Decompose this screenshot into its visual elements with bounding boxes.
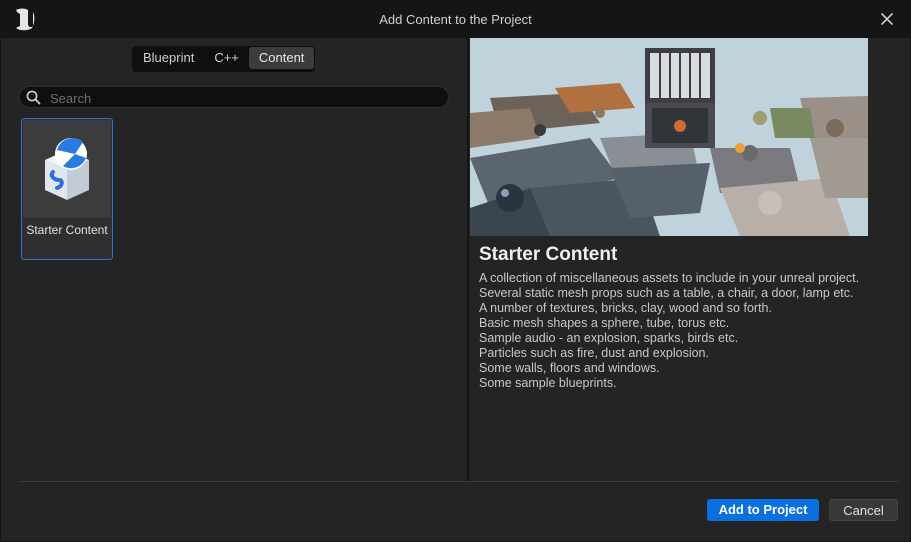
details-title: Starter Content <box>479 244 618 265</box>
footer-divider <box>19 481 899 482</box>
close-icon[interactable] <box>878 10 896 28</box>
window-title: Add Content to the Project <box>379 12 532 27</box>
category-tabs: Blueprint C++ Content <box>132 46 316 72</box>
description-line: Several static mesh props such as a tabl… <box>479 286 854 300</box>
tab-cpp[interactable]: C++ <box>204 47 249 69</box>
search-box <box>19 86 449 108</box>
description-line: A number of textures, bricks, clay, wood… <box>479 301 772 315</box>
details-panel: Starter Content A collection of miscella… <box>469 38 910 481</box>
description-line: A collection of miscellaneous assets to … <box>479 271 860 285</box>
starter-content-box-icon <box>45 138 89 200</box>
content-browser-panel: Blueprint C++ Content Search Starter Con… <box>9 38 467 481</box>
content-item-starter-content[interactable]: Starter Content <box>21 118 113 260</box>
add-content-dialog: Add Content to the Project Blueprint C++… <box>0 0 911 542</box>
search-input[interactable] <box>48 88 442 108</box>
add-to-project-button[interactable]: Add to Project <box>707 499 819 521</box>
cancel-button[interactable]: Cancel <box>829 499 898 521</box>
description-line: Particles such as fire, dust and explosi… <box>479 346 709 360</box>
title-bar[interactable]: Add Content to the Project <box>1 1 910 38</box>
description-line: Some sample blueprints. <box>479 376 617 390</box>
description-line: Sample audio - an explosion, sparks, bir… <box>479 331 739 345</box>
tab-content[interactable]: Content <box>248 47 315 69</box>
starter-content-thumbnail <box>23 120 111 218</box>
content-item-label: Starter Content <box>26 223 108 237</box>
tab-blueprint[interactable]: Blueprint <box>133 47 204 69</box>
details-description: A collection of miscellaneous assets to … <box>479 271 899 391</box>
starter-content-preview-image <box>470 38 868 236</box>
description-line: Some walls, floors and windows. <box>479 361 660 375</box>
search-icon <box>26 90 41 105</box>
description-line: Basic mesh shapes a sphere, tube, torus … <box>479 316 730 330</box>
